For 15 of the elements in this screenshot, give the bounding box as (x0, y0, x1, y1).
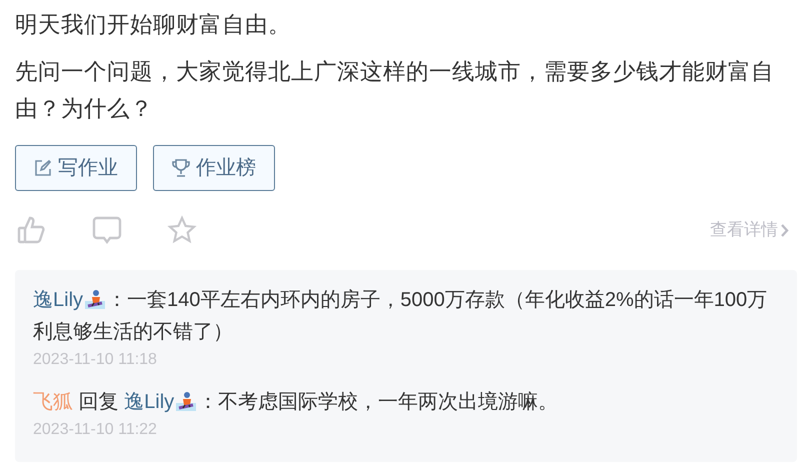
comment-icon (92, 215, 122, 245)
edit-icon (34, 159, 52, 177)
comment-text: 飞狐 回复 逸Lily ：不考虑国际学校，一年两次出境游嘛。 (33, 390, 560, 415)
leaderboard-button[interactable]: 作业榜 (153, 145, 275, 191)
paragraph: 先问一个问题，大家觉得北上广深这样的一线城市，需要多少钱才能财富自由？为什么？ (15, 58, 775, 123)
star-icon (167, 215, 197, 245)
comment-text: 逸Lily ：一套140平左右内环内的房子，5000万存款（年化收益2%的话一年100万利息够生活的不错了） (33, 288, 768, 345)
homework-button[interactable]: 写作业 (15, 145, 137, 191)
chevron-right-icon (781, 224, 789, 236)
like-button[interactable] (17, 215, 47, 245)
thumbs-up-icon (17, 215, 47, 245)
trophy-icon (172, 158, 190, 178)
comment-button[interactable] (92, 215, 122, 245)
paragraph: 明天我们开始聊财富自由。 (15, 11, 292, 39)
star-button[interactable] (167, 215, 197, 245)
